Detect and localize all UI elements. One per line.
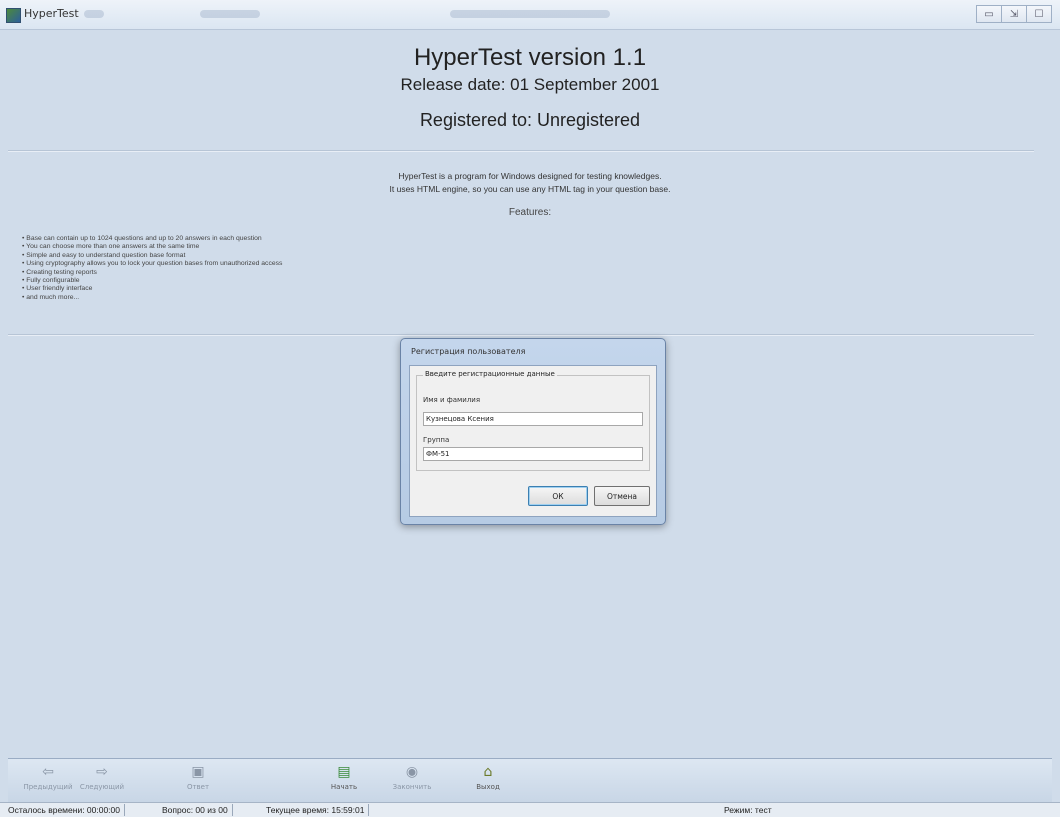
maximize-button[interactable]: ☐ — [1026, 5, 1052, 23]
name-label: Имя и фамилия — [423, 396, 481, 404]
cancel-button[interactable]: Отмена — [594, 486, 650, 506]
window-title: HyperTest — [24, 7, 79, 20]
minimize-button[interactable]: ▭ — [976, 5, 1002, 23]
toolbar: ⇦ Предыдущий ⇨ Следующий ▣ Ответ ▤ Начат… — [8, 758, 1052, 802]
dialog-body: Введите регистрационные данные Имя и фам… — [409, 365, 657, 517]
toolbar-label: Ответ — [186, 783, 210, 791]
group-label: Группа — [423, 436, 450, 444]
feature-item: User friendly interface — [22, 285, 282, 293]
features-heading: Features: — [508, 207, 552, 218]
registration-status: Registered to: Unregistered — [419, 110, 641, 130]
features-list: Base can contain up to 1024 questions an… — [22, 235, 282, 302]
feature-item: and much more... — [22, 294, 282, 302]
finish-button[interactable]: ◉ Закончить — [384, 763, 440, 791]
program-title: HyperTest version 1.1 — [413, 44, 647, 71]
arrow-right-icon: ⇨ — [96, 764, 108, 780]
question-counter: Вопрос: 00 из 00 — [158, 804, 233, 816]
previous-button[interactable]: ⇦ Предыдущий — [20, 763, 76, 791]
groupbox-label: Введите регистрационные данные — [423, 370, 557, 378]
divider — [8, 150, 1034, 152]
arrow-left-icon: ⇦ — [42, 764, 54, 780]
start-button[interactable]: ▤ Начать — [316, 763, 372, 791]
current-time: Текущее время: 15:59:01 — [262, 804, 370, 816]
title-bar-decoration — [450, 10, 610, 18]
feature-item: Creating testing reports — [22, 269, 282, 277]
home-icon: ⌂ — [483, 764, 493, 780]
description-line: HyperTest is a program for Windows desig… — [398, 171, 662, 181]
toolbar-label: Начать — [330, 783, 358, 791]
toolbar-label: Следующий — [79, 783, 125, 791]
mode-indicator: Режим: тест — [724, 805, 772, 815]
feature-item: Fully configurable — [22, 277, 282, 285]
next-button[interactable]: ⇨ Следующий — [74, 763, 130, 791]
toolbar-label: Предыдущий — [23, 783, 73, 791]
start-icon: ▤ — [337, 764, 351, 780]
feature-item: Simple and easy to understand question b… — [22, 252, 282, 260]
dialog-title: Регистрация пользователя — [411, 347, 526, 356]
feature-item: Using cryptography allows you to lock yo… — [22, 260, 282, 268]
answer-icon: ▣ — [191, 764, 205, 780]
app-icon — [6, 8, 21, 23]
registration-dialog: Регистрация пользователя Введите регистр… — [400, 338, 666, 525]
status-bar: Осталось времени: 00:00:00 Вопрос: 00 из… — [0, 802, 1060, 817]
release-date: Release date: 01 September 2001 — [400, 75, 660, 94]
toolbar-label: Выход — [476, 783, 500, 791]
divider — [8, 334, 1034, 336]
ok-button[interactable]: ОК — [528, 486, 588, 506]
feature-item: You can choose more than one answers at … — [22, 243, 282, 251]
exit-button[interactable]: ⌂ Выход — [460, 763, 516, 791]
toolbar-label: Закончить — [392, 783, 432, 791]
title-bar: HyperTest ▭ ⇲ ☐ — [0, 0, 1060, 30]
title-bar-decoration — [200, 10, 260, 18]
answer-button[interactable]: ▣ Ответ — [170, 763, 226, 791]
registration-groupbox: Введите регистрационные данные Имя и фам… — [416, 370, 650, 471]
window-controls: ▭ ⇲ ☐ — [976, 5, 1052, 23]
stop-icon: ◉ — [405, 764, 419, 780]
title-bar-decoration — [84, 10, 104, 18]
description-line: It uses HTML engine, so you can use any … — [389, 184, 671, 194]
time-remaining: Осталось времени: 00:00:00 — [4, 804, 126, 816]
restore-button[interactable]: ⇲ — [1001, 5, 1027, 23]
group-input[interactable] — [423, 447, 643, 461]
feature-item: Base can contain up to 1024 questions an… — [22, 235, 282, 243]
name-input[interactable] — [423, 412, 643, 426]
